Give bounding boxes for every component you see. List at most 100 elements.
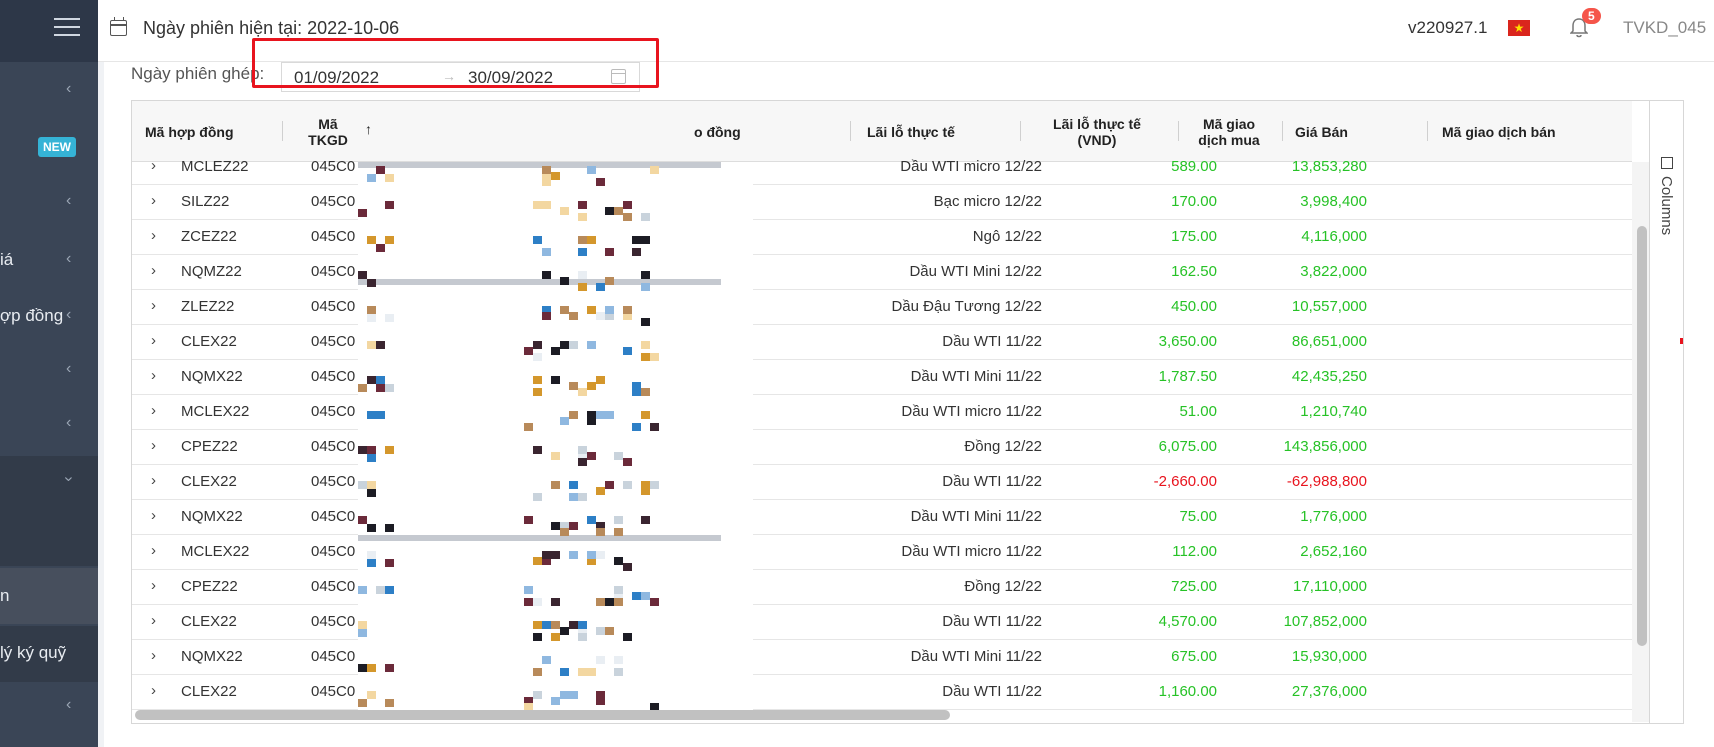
cell-pl-vnd: 17,110,000	[1293, 578, 1367, 595]
table-row[interactable]: › CLEX22 045C0 Dầu WTI 11/22 3,650.00 86,651,…	[132, 325, 1632, 360]
table-row[interactable]: › CLEX22 045C0 Dầu WTI 11/22 -2,660.00 -62,98…	[132, 465, 1632, 500]
cell-account: 045C0	[311, 508, 356, 525]
redaction-pixel	[367, 341, 376, 349]
sidebar-item-active[interactable]	[0, 568, 98, 624]
redaction-pixel	[358, 621, 367, 629]
columns-panel-toggle[interactable]: Columns	[1649, 101, 1683, 723]
redaction-pixel	[367, 489, 376, 497]
horizontal-scrollbar[interactable]	[135, 710, 950, 720]
redaction-pixel	[587, 452, 596, 460]
chevron-left-icon[interactable]: ‹	[66, 306, 71, 324]
col-account-line1: Mã	[318, 115, 338, 132]
redaction-pixel	[385, 201, 394, 209]
chevron-left-icon[interactable]: ‹	[66, 192, 71, 210]
sidebar-item-1[interactable]: iá	[0, 250, 13, 270]
vertical-scrollbar[interactable]	[1637, 226, 1647, 646]
redaction-pixel	[551, 172, 560, 180]
chevron-left-icon[interactable]: ‹	[66, 250, 71, 268]
redaction-pixel	[524, 516, 533, 524]
expand-row-icon[interactable]: ›	[151, 227, 156, 244]
redaction-pixel	[376, 384, 385, 392]
redaction-pixel	[569, 493, 578, 501]
sidebar-item-3[interactable]: n	[0, 586, 9, 606]
table-row[interactable]: › CLEX22 045C0 Dầu WTI 11/22 4,570.00 107,852…	[132, 605, 1632, 640]
expand-row-icon[interactable]: ›	[151, 507, 156, 524]
redaction-pixel	[560, 341, 569, 349]
current-session-date: Ngày phiên hiện tại: 2022-10-06	[143, 18, 400, 38]
redaction-pixel	[587, 668, 596, 676]
sidebar-group-expanded	[0, 456, 98, 566]
chevron-down-icon[interactable]: ‹	[60, 476, 78, 481]
table-row[interactable]: › CLEX22 045C0 Dầu WTI 11/22 1,160.00 27,376,…	[132, 675, 1632, 710]
expand-row-icon[interactable]: ›	[151, 262, 156, 279]
chevron-left-icon[interactable]: ‹	[66, 414, 71, 432]
expand-row-icon[interactable]: ›	[151, 437, 156, 454]
expand-row-icon[interactable]: ›	[151, 612, 156, 629]
cell-contract-code: CLEX22	[181, 683, 237, 700]
table-row[interactable]: › CPEZ22 045C0 Đồng 12/22 725.00 17,110,000	[132, 570, 1632, 605]
expand-row-icon[interactable]: ›	[151, 367, 156, 384]
expand-row-icon[interactable]: ›	[151, 157, 156, 174]
expand-row-icon[interactable]: ›	[151, 647, 156, 664]
redaction-pixel	[569, 312, 578, 320]
cell-pl: 51.00	[1179, 403, 1217, 420]
table-row[interactable]: › ZCEZ22 045C0 Ngô 12/22 175.00 4,116,000	[132, 220, 1632, 255]
cell-contract-code: MCLEZ22	[181, 158, 249, 175]
redaction-pixel	[605, 598, 614, 606]
table-row[interactable]: › MCLEX22 045C0 Dầu WTI micro 11/22 51.00 1,2…	[132, 395, 1632, 430]
redaction-pixel	[614, 516, 623, 524]
expand-row-icon[interactable]: ›	[151, 192, 156, 209]
redaction-pixel	[614, 668, 623, 676]
table-row[interactable]: › MCLEZ22 045C0 Dầu WTI micro 12/22 589.00 13…	[132, 150, 1632, 185]
expand-row-icon[interactable]: ›	[151, 332, 156, 349]
redaction-pixel	[542, 178, 551, 186]
redaction-pixel	[367, 376, 376, 384]
sidebar-item-4[interactable]: lý ký quỹ	[0, 643, 66, 663]
expand-row-icon[interactable]: ›	[151, 577, 156, 594]
table-row[interactable]: › NQMX22 045C0 Dầu WTI Mini 11/22 75.00 1,776…	[132, 500, 1632, 535]
table-row[interactable]: › CPEZ22 045C0 Đồng 12/22 6,075.00 143,856,00…	[132, 430, 1632, 465]
user-account[interactable]: TVKD_045	[1623, 18, 1706, 38]
redaction-pixel	[367, 174, 376, 182]
redaction-pixel	[367, 481, 376, 489]
redaction-pixel	[533, 633, 542, 641]
redaction-pixel	[542, 271, 551, 279]
cell-pl: 112.00	[1172, 543, 1217, 560]
table-row[interactable]: › SILZ22 045C0 Bạc micro 12/22 170.00 3,998,4…	[132, 185, 1632, 220]
cell-pl: -2,660.00	[1153, 473, 1217, 490]
cell-contract-code: CLEX22	[181, 613, 237, 630]
redaction-pixel	[367, 454, 376, 462]
redaction-pixel	[623, 347, 632, 355]
red-marker	[1680, 338, 1683, 344]
redaction-pixel	[533, 668, 542, 676]
table-row[interactable]: › NQMZ22 045C0 Dầu WTI Mini 12/22 162.50 3,82…	[132, 255, 1632, 290]
chevron-left-icon[interactable]: ‹	[66, 696, 71, 714]
redaction-pixel	[551, 376, 560, 384]
table-row[interactable]: › ZLEZ22 045C0 Dầu Đậu Tương 12/22 450.00 10,…	[132, 290, 1632, 325]
redaction-pixel	[641, 283, 650, 291]
redaction-pixel	[367, 691, 376, 699]
redaction-pixel	[524, 586, 533, 594]
cell-account: 045C0	[311, 263, 356, 280]
expand-row-icon[interactable]: ›	[151, 402, 156, 419]
expand-row-icon[interactable]: ›	[151, 472, 156, 489]
cell-pl-vnd: 13,853,280	[1291, 158, 1367, 175]
redaction-pixel	[367, 524, 376, 532]
expand-row-icon[interactable]: ›	[151, 297, 156, 314]
table-row[interactable]: › NQMX22 045C0 Dầu WTI Mini 11/22 675.00 15,9…	[132, 640, 1632, 675]
expand-row-icon[interactable]: ›	[151, 542, 156, 559]
redaction-pixel	[596, 283, 605, 291]
chevron-left-icon[interactable]: ‹	[66, 80, 71, 98]
menu-toggle-icon[interactable]	[54, 18, 80, 40]
redaction-pixel	[623, 481, 632, 489]
sidebar-item-2[interactable]: ợp đồng	[0, 306, 63, 326]
vietnam-flag-icon[interactable]: ★	[1508, 20, 1530, 36]
cell-contract-code: CLEX22	[181, 333, 237, 350]
expand-row-icon[interactable]: ›	[151, 682, 156, 699]
table-row[interactable]: › MCLEX22 045C0 Dầu WTI micro 11/22 112.00 2,…	[132, 535, 1632, 570]
redaction-bar	[358, 279, 721, 285]
redaction-pixel	[632, 236, 641, 244]
sort-arrow-icon[interactable]: ↑	[365, 121, 372, 137]
chevron-left-icon[interactable]: ‹	[66, 360, 71, 378]
table-row[interactable]: › NQMX22 045C0 Dầu WTI Mini 11/22 1,787.50 42…	[132, 360, 1632, 395]
